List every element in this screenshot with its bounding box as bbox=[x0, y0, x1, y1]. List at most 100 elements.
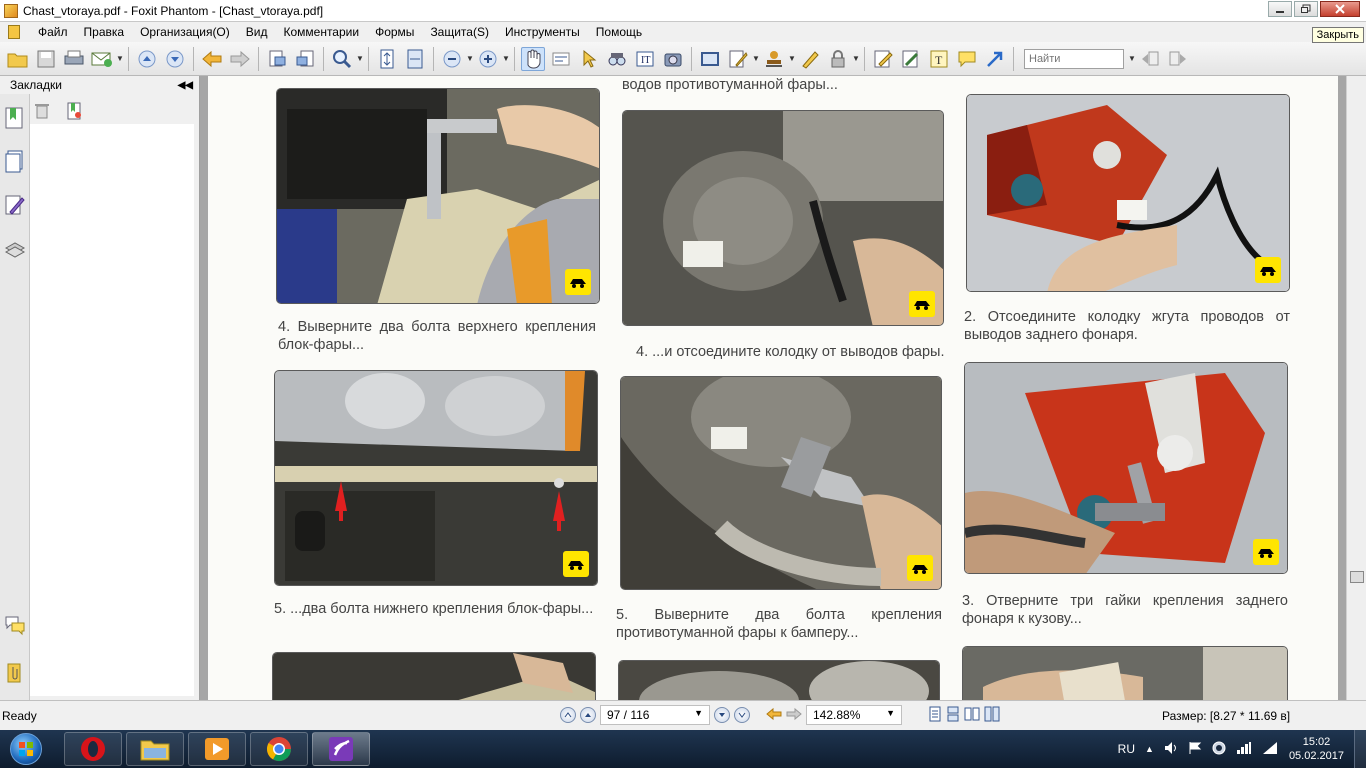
edit-dropdown[interactable]: ▼ bbox=[752, 54, 760, 63]
email-dropdown[interactable]: ▼ bbox=[116, 54, 124, 63]
forward-button[interactable] bbox=[228, 47, 252, 71]
text-box-button[interactable]: T bbox=[927, 47, 951, 71]
menu-help[interactable]: Помощь bbox=[588, 22, 650, 42]
find-prev-button[interactable] bbox=[1138, 47, 1162, 71]
edit-text-button[interactable] bbox=[899, 47, 923, 71]
arrow-tool-button[interactable] bbox=[983, 47, 1007, 71]
menu-file[interactable]: Файл bbox=[30, 22, 76, 42]
zoom-dropdown-arrow[interactable]: ▼ bbox=[886, 708, 895, 722]
zoom-out-dropdown[interactable]: ▼ bbox=[466, 54, 474, 63]
note-button[interactable] bbox=[955, 47, 979, 71]
collapse-panel-icon[interactable]: ◀◀ bbox=[178, 80, 193, 91]
single-page-view-button[interactable] bbox=[928, 706, 942, 725]
back-button[interactable] bbox=[200, 47, 224, 71]
fit-width-button[interactable] bbox=[403, 47, 427, 71]
continuous-facing-view-button[interactable] bbox=[984, 706, 1000, 725]
taskbar-foxit[interactable] bbox=[312, 732, 370, 766]
document-view[interactable]: водов противотуманной фары... 4. Выверни… bbox=[200, 76, 1346, 700]
find-text-button[interactable] bbox=[605, 47, 629, 71]
edit-icon bbox=[729, 50, 748, 67]
zoom-in-dropdown[interactable]: ▼ bbox=[502, 54, 510, 63]
menu-edit[interactable]: Правка bbox=[76, 22, 133, 42]
security-button[interactable] bbox=[826, 47, 850, 71]
page-dropdown-arrow[interactable]: ▼ bbox=[694, 708, 703, 722]
menu-forms[interactable]: Формы bbox=[367, 22, 422, 42]
extract-page-button[interactable] bbox=[265, 47, 289, 71]
snapshot-button[interactable] bbox=[661, 47, 685, 71]
signal-icon[interactable] bbox=[1262, 741, 1278, 758]
rectangle-tool-button[interactable] bbox=[698, 47, 722, 71]
action-center-icon[interactable] bbox=[1188, 741, 1202, 758]
security-dropdown[interactable]: ▼ bbox=[852, 54, 860, 63]
zoom-dropdown[interactable]: ▼ bbox=[356, 54, 364, 63]
bookmarks-title: Закладки bbox=[10, 78, 62, 92]
bookmarks-tree[interactable] bbox=[30, 124, 194, 696]
prev-page-button[interactable] bbox=[135, 47, 159, 71]
first-page-button[interactable] bbox=[560, 707, 576, 723]
attachments-tab[interactable] bbox=[4, 662, 26, 686]
comment-summary-tab[interactable] bbox=[4, 614, 26, 638]
save-button[interactable] bbox=[34, 47, 58, 71]
edit-tool-button[interactable] bbox=[726, 47, 750, 71]
language-indicator[interactable]: RU bbox=[1118, 742, 1135, 756]
delete-bookmark-button[interactable] bbox=[34, 102, 50, 123]
open-button[interactable] bbox=[6, 47, 30, 71]
zoom-level-field[interactable]: 142.88% ▼ bbox=[806, 705, 902, 725]
taskbar-opera[interactable] bbox=[64, 732, 122, 766]
menu-organize[interactable]: Организация(O) bbox=[132, 22, 238, 42]
comments-tab[interactable] bbox=[4, 194, 26, 218]
minimize-button[interactable] bbox=[1268, 1, 1292, 17]
document-icon[interactable] bbox=[8, 25, 20, 39]
previous-page-button[interactable] bbox=[580, 707, 596, 723]
hand-tool-button[interactable] bbox=[521, 46, 545, 71]
menu-tools[interactable]: Инструменты bbox=[497, 22, 588, 42]
select-text-button[interactable] bbox=[549, 47, 573, 71]
pages-tab[interactable] bbox=[4, 150, 26, 174]
go-back-button[interactable] bbox=[766, 707, 782, 724]
find-next-button[interactable] bbox=[1166, 47, 1190, 71]
next-page-status-button[interactable] bbox=[714, 707, 730, 723]
taskbar-media-player[interactable] bbox=[188, 732, 246, 766]
email-button[interactable] bbox=[90, 47, 114, 71]
network-icon[interactable] bbox=[1236, 741, 1252, 758]
start-button[interactable] bbox=[4, 731, 48, 767]
fit-page-button[interactable] bbox=[375, 47, 399, 71]
print-button[interactable] bbox=[62, 47, 86, 71]
zoom-out-button[interactable] bbox=[440, 47, 464, 71]
next-page-button[interactable] bbox=[163, 47, 187, 71]
taskbar-chrome[interactable] bbox=[250, 732, 308, 766]
continuous-view-button[interactable] bbox=[946, 706, 960, 725]
update-icon[interactable] bbox=[1212, 741, 1226, 758]
select-tool-button[interactable] bbox=[577, 47, 601, 71]
last-page-button[interactable] bbox=[734, 707, 750, 723]
insert-page-button[interactable] bbox=[293, 47, 317, 71]
search-dropdown[interactable]: ▼ bbox=[1128, 54, 1136, 63]
stamp-dropdown[interactable]: ▼ bbox=[788, 54, 796, 63]
stamp-button[interactable] bbox=[762, 47, 786, 71]
maximize-button[interactable] bbox=[1294, 1, 1318, 17]
menu-view[interactable]: Вид bbox=[238, 22, 276, 42]
zoom-in-button[interactable] bbox=[476, 47, 500, 71]
sign-button[interactable] bbox=[798, 47, 822, 71]
comment-button[interactable] bbox=[871, 47, 895, 71]
zoom-button[interactable] bbox=[330, 47, 354, 71]
new-bookmark-button[interactable] bbox=[66, 102, 82, 123]
typewriter-button[interactable]: IT bbox=[633, 47, 657, 71]
page-number-field[interactable]: 97 / 116 ▼ bbox=[600, 705, 710, 725]
show-desktop-button[interactable] bbox=[1354, 730, 1366, 768]
volume-icon[interactable] bbox=[1164, 741, 1178, 758]
previous-page-icon bbox=[585, 713, 591, 717]
clock[interactable]: 15:02 05.02.2017 bbox=[1289, 735, 1344, 763]
scrollbar-thumb[interactable] bbox=[1350, 571, 1364, 583]
show-hidden-icons-button[interactable]: ▲ bbox=[1145, 744, 1154, 754]
bookmarks-tab[interactable] bbox=[4, 106, 26, 130]
close-button[interactable] bbox=[1320, 1, 1360, 17]
taskbar-explorer[interactable] bbox=[126, 732, 184, 766]
menu-protect[interactable]: Защита(S) bbox=[422, 22, 497, 42]
search-input[interactable] bbox=[1024, 48, 1124, 69]
menu-comments[interactable]: Комментарии bbox=[275, 22, 367, 42]
go-forward-button[interactable] bbox=[786, 707, 802, 724]
layers-tab[interactable] bbox=[4, 238, 26, 262]
facing-view-button[interactable] bbox=[964, 706, 980, 725]
vertical-scrollbar[interactable] bbox=[1346, 76, 1366, 700]
